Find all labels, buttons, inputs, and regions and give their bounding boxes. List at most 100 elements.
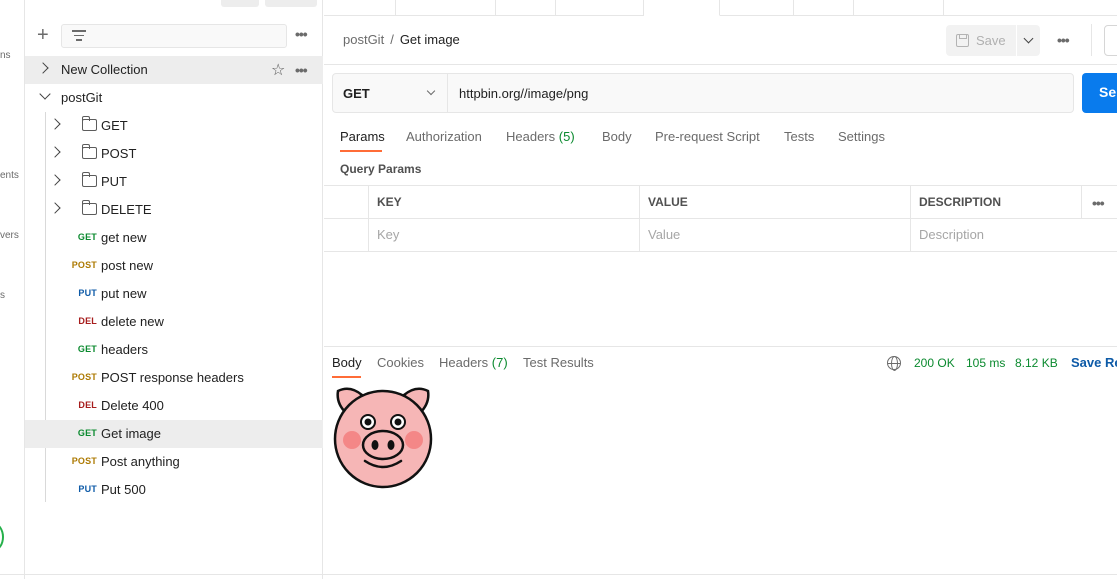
tab-params[interactable]: Params (340, 129, 385, 144)
request-label: delete new (101, 314, 164, 329)
url-input[interactable]: httpbin.org//image/png (459, 86, 588, 101)
folder-delete[interactable]: DELETE (25, 196, 323, 224)
pig-pupil-left (364, 418, 372, 426)
add-icon[interactable]: + (37, 24, 53, 48)
save-response-button[interactable]: Save Response (1071, 355, 1117, 370)
sidebar-top-button[interactable] (221, 0, 259, 7)
url-bar: GET httpbin.org//image/png (332, 73, 1074, 113)
request-tab[interactable] (854, 0, 944, 16)
breadcrumb-collection[interactable]: postGit (343, 32, 384, 47)
value-input[interactable]: Value (648, 227, 680, 242)
send-button[interactable]: Send (1082, 73, 1117, 113)
method-badge: GET (77, 344, 97, 354)
breadcrumb: postGit / Get image (343, 32, 460, 47)
tab-settings[interactable]: Settings (838, 129, 885, 144)
sidebar-more-icon[interactable]: ••• (295, 26, 308, 42)
tab-prerequest-script[interactable]: Pre-request Script (655, 129, 760, 144)
response-size[interactable]: 8.12 KB (1015, 356, 1058, 370)
request-tab[interactable] (794, 0, 854, 16)
collection-more-icon[interactable]: ••• (295, 62, 308, 78)
active-tab-underline (340, 150, 382, 152)
request-item[interactable]: POST post new (25, 252, 323, 280)
tab-body[interactable]: Body (602, 129, 632, 144)
request-label: post new (101, 258, 154, 273)
request-label: Get image (101, 426, 161, 441)
chevron-down-icon[interactable] (1023, 33, 1034, 44)
method-select[interactable]: GET (333, 74, 448, 112)
response-tab-headers[interactable]: Headers (7) (439, 355, 508, 370)
request-item[interactable]: GET get new (25, 224, 323, 252)
request-tab[interactable] (556, 0, 644, 16)
query-params-title: Query Params (340, 162, 422, 176)
breadcrumb-request[interactable]: Get image (400, 32, 460, 47)
folder-label: POST (101, 146, 137, 161)
collection-new-collection[interactable]: New Collection ☆ ••• (25, 56, 323, 84)
request-tab[interactable] (720, 0, 794, 16)
response-tab-test-results[interactable]: Test Results (523, 355, 594, 370)
response-tab-body[interactable]: Body (332, 355, 362, 370)
folder-put[interactable]: PUT (25, 168, 323, 196)
save-button[interactable]: Save (946, 25, 1040, 56)
method-badge: PUT (78, 288, 97, 298)
tab-tests[interactable]: Tests (784, 129, 814, 144)
rail-monitors-label[interactable]: s (0, 290, 5, 301)
chevron-down-icon (426, 86, 436, 96)
sidebar-top-button[interactable] (265, 0, 317, 7)
request-tab[interactable] (336, 0, 396, 16)
tab-headers[interactable]: Headers (5) (506, 129, 575, 144)
status-code[interactable]: 200 OK (914, 356, 955, 370)
globe-icon[interactable] (887, 356, 901, 371)
status-ring-icon[interactable] (0, 523, 4, 551)
request-item[interactable]: PUT put new (25, 280, 323, 308)
folder-icon (81, 200, 97, 215)
table-more-icon[interactable]: ••• (1092, 195, 1105, 211)
folder-icon (81, 144, 97, 159)
rail-mock-servers-label[interactable]: vers (0, 230, 19, 241)
chevron-right-icon[interactable] (49, 118, 61, 130)
chevron-right-icon[interactable] (49, 174, 61, 186)
request-item[interactable]: PUT Put 500 (25, 476, 323, 504)
collection-label: New Collection (61, 62, 148, 77)
request-tab[interactable] (496, 0, 556, 16)
key-input[interactable]: Key (377, 227, 399, 242)
request-label: put new (101, 286, 147, 301)
request-item[interactable]: DEL Delete 400 (25, 392, 323, 420)
column-divider (1081, 186, 1082, 219)
chevron-right-icon[interactable] (37, 62, 49, 74)
save-label: Save (976, 33, 1006, 48)
method-badge: POST (71, 260, 97, 270)
request-item-selected[interactable]: GET Get image (25, 420, 323, 448)
star-icon[interactable]: ☆ (271, 60, 285, 80)
header-divider (1091, 24, 1092, 56)
response-divider[interactable] (324, 346, 1117, 347)
filter-input[interactable] (61, 24, 287, 48)
request-tab-active[interactable] (644, 0, 720, 16)
rail-collections-label[interactable]: ns (0, 50, 11, 61)
folder-post[interactable]: POST (25, 140, 323, 168)
request-tab[interactable] (396, 0, 496, 16)
header-more-icon[interactable]: ••• (1057, 32, 1070, 48)
chevron-down-icon[interactable] (39, 88, 51, 100)
save-icon (956, 34, 969, 47)
request-item[interactable]: GET headers (25, 336, 323, 364)
response-time[interactable]: 105 ms (966, 356, 1005, 370)
response-tab-cookies[interactable]: Cookies (377, 355, 424, 370)
request-item[interactable]: POST POST response headers (25, 364, 323, 392)
request-item[interactable]: DEL delete new (25, 308, 323, 336)
chevron-right-icon[interactable] (49, 202, 61, 214)
folder-get[interactable]: GET (25, 112, 323, 140)
request-item[interactable]: POST Post anything (25, 448, 323, 476)
collection-postgit[interactable]: postGit (25, 84, 323, 112)
left-rail: ns ents vers s (0, 0, 25, 579)
method-badge: POST (71, 456, 97, 466)
method-badge: GET (77, 428, 97, 438)
chevron-right-icon[interactable] (49, 146, 61, 158)
rail-environments-label[interactable]: ents (0, 170, 19, 181)
column-header-key: KEY (377, 195, 402, 209)
pig-nostril-left (371, 440, 379, 450)
edit-icon[interactable] (1104, 25, 1117, 56)
tab-authorization[interactable]: Authorization (406, 129, 482, 144)
breadcrumb-separator: / (390, 32, 394, 47)
app-window: ns ents vers s + ••• New Collection ☆ ••… (0, 0, 1117, 579)
description-input[interactable]: Description (919, 227, 984, 242)
